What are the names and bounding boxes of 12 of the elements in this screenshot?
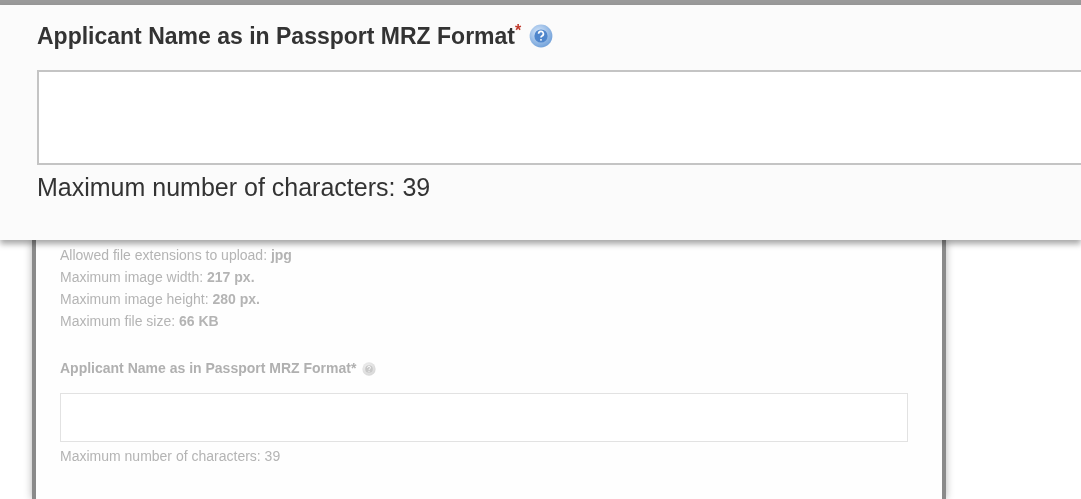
help-icon[interactable] [529,24,554,49]
upload-rule: Maximum file size: 66 KB [60,312,220,331]
field-label: Applicant Name as in Passport MRZ Format* [60,359,357,378]
upload-rule: Allowed file extensions to upload: jpg [60,246,293,265]
field-label: Applicant Name as in Passport MRZ Format* [37,21,522,51]
upload-rule: Maximum image width: 217 px. [60,268,256,287]
input-field[interactable] [60,393,908,442]
field-hint: Maximum number of characters: 39 [37,171,432,203]
help-icon[interactable] [362,361,377,376]
field-hint: Maximum number of characters: 39 [60,447,282,466]
upload-rule: Maximum image height: 280 px. [60,290,261,309]
input-field[interactable] [37,69,1081,165]
